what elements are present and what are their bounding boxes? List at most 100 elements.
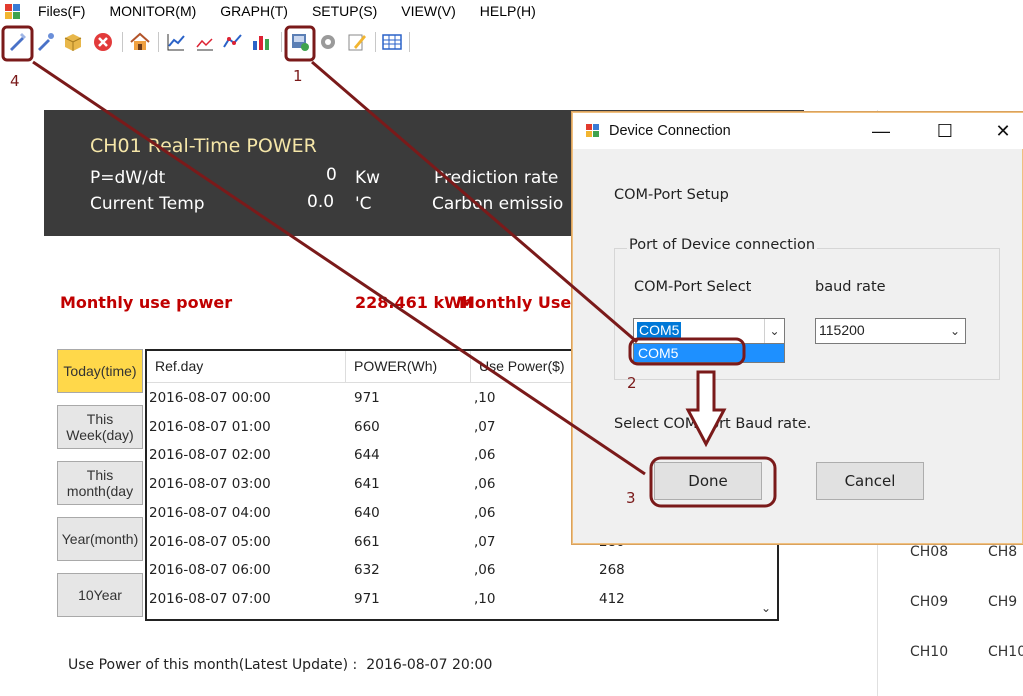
prediction-rate-label: Prediction rate — [434, 168, 559, 188]
power-label: P=dW/dt — [90, 168, 166, 188]
temp-value: 0.0 — [307, 192, 335, 212]
power-value: 0 — [326, 165, 337, 185]
temp-label: Current Temp — [90, 194, 205, 214]
table-cell: 641 — [354, 476, 380, 493]
done-button[interactable]: Done — [654, 462, 762, 500]
latest-update-label: Use Power of this month(Latest Update) : — [68, 657, 358, 673]
table-row[interactable]: 2016-08-07 06:00 632 ,06 268 — [147, 557, 757, 586]
baud-rate-select[interactable]: 115200 ⌄ — [815, 318, 966, 344]
power-unit: Kw — [355, 168, 381, 188]
channel-label: CH10 — [988, 644, 1023, 660]
table-cell: 412 — [599, 590, 625, 607]
annotation-number: 2 — [627, 374, 637, 392]
app-icon — [5, 4, 20, 19]
table-cell: 660 — [354, 418, 380, 435]
annotation-number: 1 — [293, 67, 303, 85]
menu-monitor[interactable]: MONITOR(M) — [109, 3, 196, 19]
chevron-down-icon[interactable]: ⌄ — [945, 319, 965, 343]
table-cell: ,06 — [474, 504, 496, 521]
toolbar-separator — [409, 32, 410, 52]
col-ref-day[interactable]: Ref.day — [155, 358, 203, 374]
connect-icon[interactable] — [6, 31, 28, 53]
channel-label: CH9 — [988, 594, 1018, 610]
annotation-number: 4 — [10, 72, 20, 90]
device-connection-icon[interactable] — [289, 31, 311, 53]
channel-label: CH10 — [910, 644, 949, 660]
dialog-titlebar: Device Connection — ☐ ✕ — [573, 113, 1023, 149]
table-cell: 2016-08-07 01:00 — [149, 418, 271, 435]
close-button[interactable]: ✕ — [983, 117, 1023, 145]
home-icon[interactable] — [129, 31, 151, 53]
channel-label: CH08 — [910, 544, 949, 560]
table-cell: ,10 — [474, 390, 496, 406]
chevron-down-icon[interactable]: ⌄ — [764, 319, 784, 343]
col-power[interactable]: POWER(Wh) — [354, 358, 437, 374]
this-month-button[interactable]: This month(day — [57, 461, 143, 505]
toolbar-separator — [281, 32, 282, 52]
table-cell: ,10 — [474, 590, 496, 607]
toolbar-separator — [158, 32, 159, 52]
minimize-button[interactable]: — — [861, 117, 901, 145]
scroll-down-icon[interactable]: ⌄ — [761, 601, 771, 615]
trend-icon[interactable] — [194, 31, 216, 53]
menu-graph[interactable]: GRAPH(T) — [220, 3, 288, 19]
table-row[interactable]: 2016-08-07 07:00 971 ,10 412 — [147, 586, 757, 615]
menu-view[interactable]: VIEW(V) — [401, 3, 455, 19]
com-port-select[interactable]: COM5 ⌄ — [633, 318, 785, 344]
column-divider — [345, 351, 346, 383]
menu-help[interactable]: HELP(H) — [480, 3, 536, 19]
today-button[interactable]: Today(time) — [57, 349, 143, 393]
temp-unit: 'C — [355, 194, 372, 214]
maximize-button[interactable]: ☐ — [925, 117, 965, 145]
panel-title: CH01 Real-Time POWER — [90, 135, 317, 157]
table-cell: ,06 — [474, 476, 496, 493]
edit-icon[interactable] — [346, 31, 368, 53]
channel-label: CH8 — [988, 544, 1018, 560]
com-port-value: COM5 — [637, 322, 682, 338]
bar-chart-icon[interactable] — [250, 31, 272, 53]
column-divider — [470, 351, 471, 383]
table-cell: 2016-08-07 03:00 — [149, 476, 271, 493]
app-icon — [586, 124, 599, 137]
disconnect-icon[interactable] — [34, 31, 56, 53]
table-cell: 2016-08-07 02:00 — [149, 447, 271, 464]
baud-rate-label: baud rate — [815, 279, 886, 295]
channel-label: CH09 — [910, 594, 949, 610]
menu-setup[interactable]: SETUP(S) — [312, 3, 377, 19]
com-port-select-label: COM-Port Select — [634, 279, 752, 295]
package-icon[interactable] — [62, 31, 84, 53]
col-use-power[interactable]: Use Power($) — [479, 358, 565, 374]
table-cell: ,07 — [474, 533, 496, 550]
carbon-emission-label: Carbon emissio — [432, 194, 564, 214]
graph-icon[interactable] — [165, 31, 187, 53]
this-week-button[interactable]: This Week(day) — [57, 405, 143, 449]
stop-icon[interactable] — [92, 31, 114, 53]
ten-year-button[interactable]: 10Year — [57, 573, 143, 617]
monthly-use-power-value: 228.461 kWh — [355, 293, 474, 312]
latest-update-value: 2016-08-07 20:00 — [366, 657, 493, 673]
menu-bar: Files(F) MONITOR(M) GRAPH(T) SETUP(S) VI… — [0, 0, 1023, 24]
table-cell: 2016-08-07 04:00 — [149, 504, 271, 521]
baud-rate-value: 115200 — [819, 322, 865, 338]
table-cell: ,07 — [474, 418, 496, 435]
settings-icon[interactable] — [317, 31, 339, 53]
table-cell: 971 — [354, 590, 380, 607]
monthly-use-power-label: Monthly use power — [60, 293, 233, 312]
line-chart-icon[interactable] — [222, 31, 244, 53]
toolbar-separator — [375, 32, 376, 52]
table-cell: 2016-08-07 00:00 — [149, 390, 271, 406]
latest-update-text: Use Power of this month(Latest Update) :… — [68, 657, 492, 673]
table-cell: 2016-08-07 07:00 — [149, 590, 271, 607]
table-cell: 632 — [354, 562, 380, 579]
cancel-button[interactable]: Cancel — [816, 462, 924, 500]
group-label: Port of Device connection — [627, 237, 818, 253]
table-icon[interactable] — [381, 31, 403, 53]
dialog-title: Device Connection — [609, 123, 731, 139]
year-button[interactable]: Year(month) — [57, 517, 143, 561]
com-port-dropdown-option[interactable]: COM5 — [633, 343, 785, 363]
monthly-use-label: Monthly Use — [459, 293, 572, 312]
com-port-setup-label: COM-Port Setup — [614, 187, 729, 203]
hint-text: Select COM Port Baud rate. — [614, 416, 812, 432]
table-cell: 661 — [354, 533, 380, 550]
menu-files[interactable]: Files(F) — [38, 3, 85, 19]
